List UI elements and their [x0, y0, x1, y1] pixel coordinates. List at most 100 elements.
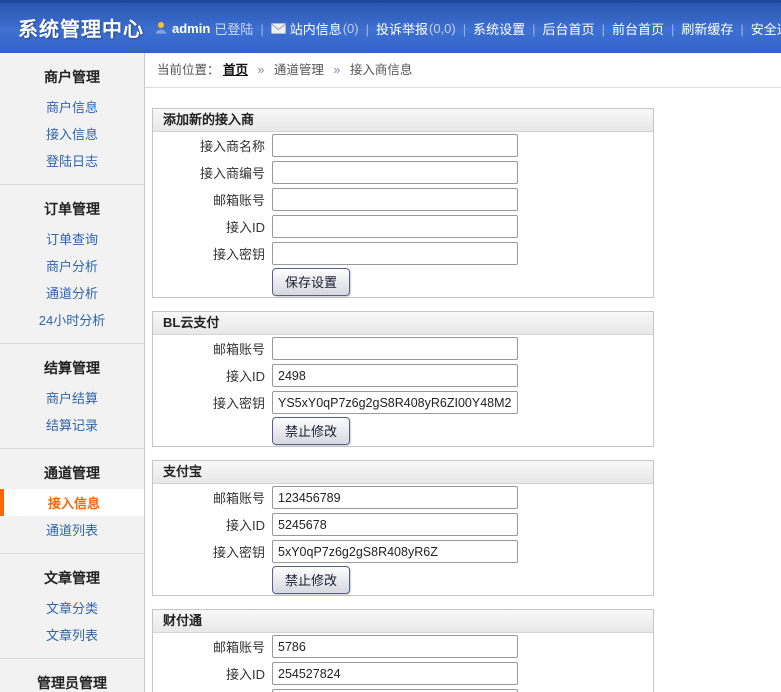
login-status: 已登陆: [214, 21, 254, 37]
forbid-edit-button[interactable]: 禁止修改: [272, 566, 351, 594]
top-nav-link-label: 系统设置: [473, 21, 526, 37]
field-label: 接入商编号: [199, 166, 265, 181]
top-nav-link[interactable]: 前台首页: [612, 19, 664, 38]
nav-separator: |: [365, 21, 369, 37]
field-label: 接入密钥: [212, 247, 265, 262]
form-section: BL云支付邮箱账号接入ID 接入密钥禁止修改: [152, 311, 654, 447]
layout: 商户管理 商户信息 接入信息 登陆日志 订单管理 订单查询 商户分析 通道分析 24小时分析 结算…: [0, 53, 781, 692]
sidebar-item[interactable]: 接入信息: [0, 120, 144, 147]
nav-separator: |: [462, 21, 467, 37]
sidebar: 商户管理 商户信息 接入信息 登陆日志 订单管理 订单查询 商户分析 通道分析 24小时分析 结算…: [0, 53, 145, 692]
username: admin: [172, 20, 211, 36]
save-settings-button[interactable]: 保存设置: [272, 268, 351, 296]
sidebar-item[interactable]: 商户分析: [0, 252, 144, 279]
field-input[interactable]: [272, 215, 518, 238]
top-nav-link-label: 安全退出: [750, 21, 781, 37]
field-label: 邮箱账号: [212, 640, 265, 655]
top-nav-link-count: (0,0): [429, 20, 456, 36]
form-section-title: BL云支付: [153, 312, 653, 335]
breadcrumb: 当前位置： 首页 » 通道管理 » 接入商信息: [145, 53, 781, 88]
app-root: 系统管理中心 admin 已登陆 | 站内信息 (0) | 投诉举报 (0,0) | 系统设置…: [0, 0, 781, 692]
field-input[interactable]: [272, 337, 518, 360]
forbid-edit-button[interactable]: 禁止修改: [272, 417, 351, 445]
form-row: 接入商名称: [153, 132, 653, 159]
form-row: 接入密钥: [153, 538, 653, 565]
sidebar-item[interactable]: 结算记录: [0, 411, 144, 438]
form-row: 接入密钥: [153, 389, 653, 416]
form-section: 支付宝邮箱账号接入ID 接入密钥禁止修改: [152, 460, 654, 596]
top-nav-link-count: (0): [342, 20, 359, 36]
form-section-title: 支付宝: [153, 461, 653, 484]
nav-separator: |: [260, 21, 264, 37]
sidebar-item[interactable]: 通道分析: [0, 279, 144, 306]
sidebar-item[interactable]: 商户信息: [0, 93, 144, 120]
field-label: 接入ID: [225, 667, 265, 682]
form-row: 接入商编号: [153, 159, 653, 186]
sidebar-item[interactable]: 登陆日志: [0, 147, 144, 174]
field-input[interactable]: [272, 513, 518, 536]
forms-area: 添加新的接入商 接入商名称 接入商编号 邮箱账号 接入ID 接入密钥 保存设置 BL云支付 邮箱…: [145, 88, 781, 692]
field-label: 接入ID: [225, 518, 265, 533]
top-header: 系统管理中心 admin 已登陆 | 站内信息 (0) | 投诉举报 (0,0) | 系统设置…: [0, 0, 781, 53]
sidebar-section-title: 订单管理: [44, 201, 100, 217]
field-input[interactable]: [272, 391, 518, 414]
form-section-title: 财付通: [153, 610, 653, 633]
form-button-row: 保存设置: [153, 267, 653, 297]
field-input[interactable]: [272, 662, 518, 685]
field-input[interactable]: [272, 540, 518, 563]
field-label: 接入ID: [225, 220, 265, 235]
field-label: 接入ID: [225, 369, 265, 384]
top-nav-link-label: 后台首页: [542, 21, 595, 37]
top-nav-link[interactable]: 刷新缓存: [681, 19, 733, 38]
envelope-icon: [270, 22, 286, 34]
sidebar-item[interactable]: 通道列表: [0, 516, 144, 543]
sidebar-item[interactable]: 商户结算: [0, 384, 144, 411]
form-row: 接入ID: [153, 362, 653, 389]
field-input[interactable]: [272, 188, 518, 211]
field-input[interactable]: [272, 161, 518, 184]
top-nav-link-label: 刷新缓存: [681, 21, 734, 37]
top-nav-link[interactable]: 系统设置: [473, 19, 525, 38]
sidebar-section-title: 文章管理: [44, 570, 100, 586]
sidebar-item-active[interactable]: 接入信息: [0, 489, 144, 516]
form-row: 接入密钥: [153, 240, 653, 267]
form-button-row: 禁止修改: [153, 416, 653, 446]
sidebar-section: 文章管理文章分类 文章列表: [0, 554, 144, 659]
sidebar-section-title: 通道管理: [44, 465, 100, 481]
nav-separator: |: [740, 21, 744, 37]
sidebar-section-title: 商户管理: [44, 69, 100, 85]
sidebar-item[interactable]: 24小时分析: [0, 306, 144, 333]
field-label: 邮箱账号: [212, 491, 265, 506]
nav-separator: |: [532, 21, 536, 37]
form-row: 接入密钥: [153, 687, 653, 692]
form-row: 接入ID: [153, 213, 653, 240]
field-input[interactable]: [272, 242, 518, 265]
form-button-row: 禁止修改: [153, 565, 653, 595]
sidebar-item[interactable]: 文章列表: [0, 621, 144, 648]
breadcrumb-separator: »: [329, 63, 344, 77]
form-section-title: 添加新的接入商: [153, 109, 653, 132]
form-section: 添加新的接入商 接入商名称 接入商编号 邮箱账号 接入ID 接入密钥 保存设置: [152, 108, 654, 298]
breadcrumb-home-link[interactable]: 首页: [223, 63, 248, 77]
sidebar-section: 管理员管理修改密码管理员列表登陆日志: [0, 659, 144, 692]
top-nav: admin 已登陆 | 站内信息 (0) | 投诉举报 (0,0) | 系统设置 | 后台首页 | 前…: [154, 19, 781, 38]
top-nav-link[interactable]: 安全退出: [751, 19, 781, 38]
field-input[interactable]: [272, 635, 518, 658]
breadcrumb-separator: »: [254, 63, 268, 77]
form-section: 财付通邮箱账号接入ID接入密钥禁止修改: [152, 609, 654, 692]
field-input[interactable]: [272, 364, 518, 387]
field-input[interactable]: [272, 134, 518, 157]
sidebar-item[interactable]: 文章分类: [0, 594, 144, 621]
breadcrumb-item: 通道管理: [273, 63, 324, 77]
field-input[interactable]: [272, 486, 518, 509]
top-nav-link[interactable]: 后台首页: [543, 19, 595, 38]
sidebar-item[interactable]: 订单查询: [0, 225, 144, 252]
form-row: 接入ID: [153, 660, 653, 687]
field-label: 接入商名称: [199, 139, 265, 154]
sidebar-section: 商户管理商户信息 接入信息 登陆日志: [0, 53, 144, 185]
top-nav-link[interactable]: 投诉举报 (0,0): [376, 19, 456, 38]
sidebar-section-title: 结算管理: [44, 360, 100, 376]
top-nav-link[interactable]: 站内信息 (0): [270, 19, 359, 38]
user-info: admin 已登陆: [154, 19, 253, 38]
top-nav-links: | 站内信息 (0) | 投诉举报 (0,0) | 系统设置 | 后台首页 | 前台首页 | 刷新缓存 | 安…: [253, 19, 781, 38]
